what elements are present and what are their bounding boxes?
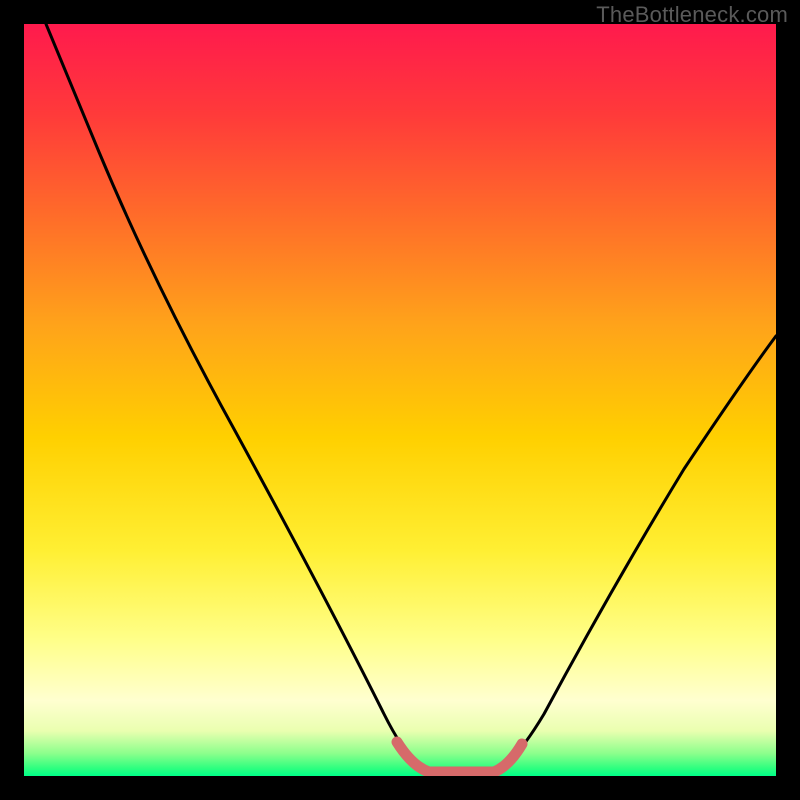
optimal-region	[397, 742, 522, 772]
watermark-text: TheBottleneck.com	[596, 2, 788, 28]
chart-frame: TheBottleneck.com	[0, 0, 800, 800]
plot-area	[24, 24, 776, 776]
bottleneck-curve	[46, 24, 776, 772]
bottleneck-curve-svg	[24, 24, 776, 776]
